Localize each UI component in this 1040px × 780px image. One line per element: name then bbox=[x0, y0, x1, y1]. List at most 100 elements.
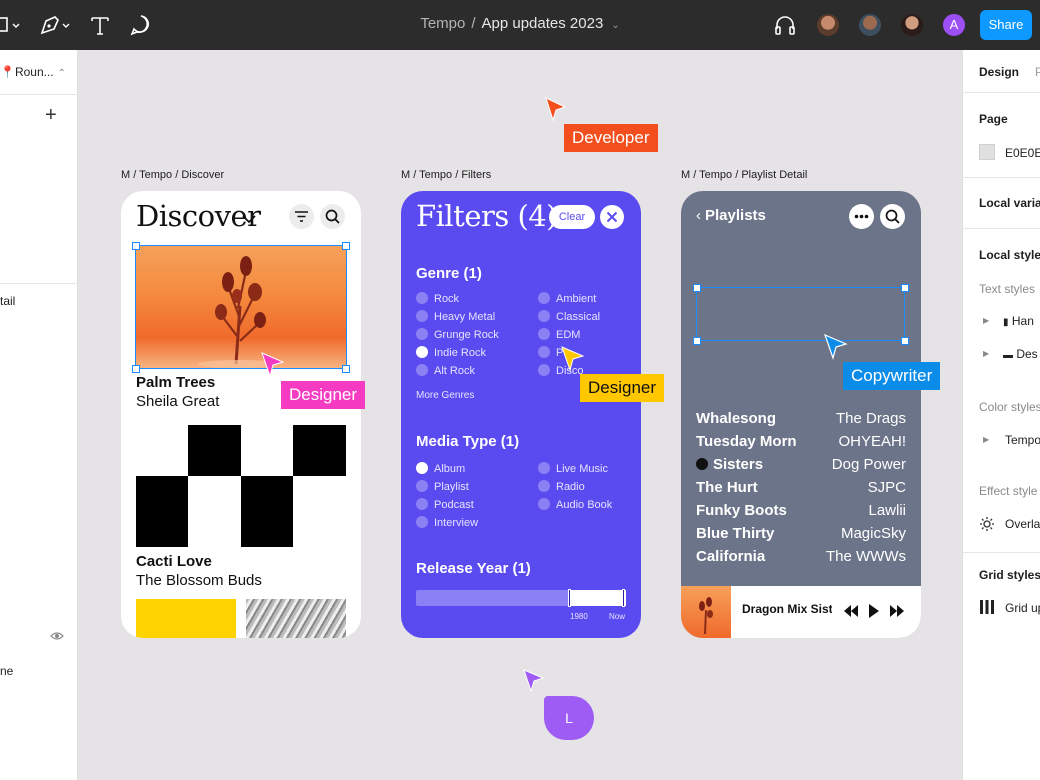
file-name[interactable]: App updates 2023 bbox=[482, 15, 604, 32]
radio-dot[interactable] bbox=[538, 480, 550, 492]
yellow-artwork[interactable] bbox=[136, 599, 236, 638]
card-artist[interactable]: The Blossom Buds bbox=[136, 572, 262, 589]
radio-dot[interactable] bbox=[416, 516, 428, 528]
frame-label-playlist[interactable]: M / Tempo / Playlist Detail bbox=[681, 169, 807, 181]
fast-forward-icon[interactable] bbox=[889, 604, 905, 618]
resize-handle[interactable] bbox=[132, 242, 140, 250]
chevron-down-icon[interactable]: ⌄ bbox=[611, 20, 619, 31]
radio-dot[interactable] bbox=[416, 498, 428, 510]
close-button[interactable] bbox=[600, 205, 624, 229]
song-artist[interactable]: Lawlii bbox=[868, 502, 906, 519]
song-title[interactable]: Funky Boots bbox=[696, 502, 787, 519]
checker-artwork[interactable] bbox=[136, 425, 346, 547]
card-artist[interactable]: Sheila Great bbox=[136, 393, 219, 410]
radio-dot[interactable] bbox=[538, 310, 550, 322]
eye-icon[interactable] bbox=[50, 631, 64, 641]
local-variables-heading[interactable]: Local varia bbox=[979, 196, 1040, 210]
song-title[interactable]: Tuesday Morn bbox=[696, 433, 797, 450]
page-selector[interactable]: 📍Roun... ⌃ bbox=[0, 65, 66, 79]
tab-prototype[interactable]: P bbox=[1035, 65, 1040, 79]
frame-label-discover[interactable]: M / Tempo / Discover bbox=[121, 169, 224, 181]
song-title[interactable]: Blue Thirty bbox=[696, 525, 774, 542]
song-title[interactable]: The Hurt bbox=[696, 479, 758, 496]
radio-dot[interactable] bbox=[416, 462, 428, 474]
tab-design[interactable]: Design bbox=[979, 65, 1019, 79]
resize-handle[interactable] bbox=[693, 284, 701, 292]
effect-style-item[interactable]: Overla bbox=[1005, 517, 1040, 531]
share-button[interactable]: Share bbox=[980, 10, 1032, 40]
song-artist[interactable]: OHYEAH! bbox=[838, 433, 906, 450]
filter-option[interactable]: Album bbox=[416, 462, 465, 475]
filter-option[interactable]: Interview bbox=[416, 516, 478, 529]
search-button[interactable] bbox=[880, 204, 905, 229]
radio-dot[interactable] bbox=[416, 346, 428, 358]
resize-handle[interactable] bbox=[901, 337, 909, 345]
filter-option[interactable]: Audio Book bbox=[538, 498, 612, 511]
now-playing-bar[interactable]: Dragon Mix Sisters bbox=[681, 586, 921, 638]
project-name[interactable]: Tempo bbox=[420, 15, 465, 32]
avatar-current-user[interactable]: A bbox=[941, 12, 967, 38]
text-style-item[interactable]: ▮ Han bbox=[1003, 314, 1034, 328]
resize-handle[interactable] bbox=[693, 337, 701, 345]
frame-label-filters[interactable]: M / Tempo / Filters bbox=[401, 169, 491, 181]
chevron-right-icon[interactable]: ▶ bbox=[983, 435, 989, 444]
chevron-right-icon[interactable]: ▶ bbox=[983, 349, 989, 358]
song-title[interactable]: California bbox=[696, 548, 765, 565]
filter-option[interactable]: Rock bbox=[416, 292, 459, 305]
year-slider-handle[interactable] bbox=[622, 589, 625, 607]
card-title[interactable]: Cacti Love bbox=[136, 553, 212, 570]
photo-artwork[interactable] bbox=[246, 599, 346, 638]
color-style-item[interactable]: Tempo bbox=[1005, 433, 1040, 447]
resize-handle[interactable] bbox=[901, 284, 909, 292]
audio-button[interactable] bbox=[774, 13, 796, 37]
radio-dot[interactable] bbox=[538, 346, 550, 358]
song-artist[interactable]: The Drags bbox=[836, 410, 906, 427]
pen-tool[interactable] bbox=[38, 13, 72, 37]
year-slider-handle[interactable] bbox=[568, 589, 572, 607]
avatar[interactable] bbox=[857, 12, 883, 38]
filter-option[interactable]: Podcast bbox=[416, 498, 474, 511]
layer-item[interactable]: ne bbox=[0, 664, 13, 678]
text-style-item[interactable]: ▬ Des bbox=[1003, 347, 1038, 361]
filter-option[interactable]: P bbox=[538, 346, 563, 359]
song-title[interactable]: Sisters bbox=[696, 456, 763, 473]
filter-option[interactable]: Heavy Metal bbox=[416, 310, 495, 323]
text-tool[interactable] bbox=[90, 13, 110, 37]
filter-option[interactable]: Alt Rock bbox=[416, 364, 475, 377]
avatar[interactable] bbox=[899, 12, 925, 38]
radio-dot[interactable] bbox=[538, 328, 550, 340]
rewind-icon[interactable] bbox=[843, 604, 859, 618]
clear-button[interactable]: Clear bbox=[549, 205, 595, 229]
filters-frame[interactable]: Filters (4) Clear Genre (1) Rock Heavy Me… bbox=[401, 191, 641, 638]
grid-style-item[interactable]: Grid up bbox=[1005, 601, 1040, 615]
page-color-value[interactable]: E0E0E bbox=[1005, 146, 1040, 160]
radio-dot[interactable] bbox=[538, 462, 550, 474]
radio-dot[interactable] bbox=[538, 364, 550, 376]
add-page-button[interactable]: + bbox=[45, 104, 57, 127]
more-genres-link[interactable]: More Genres bbox=[416, 390, 474, 401]
filter-option[interactable]: EDM bbox=[538, 328, 580, 341]
filter-option[interactable]: Grunge Rock bbox=[416, 328, 499, 341]
comment-tool[interactable] bbox=[130, 13, 152, 37]
song-title[interactable]: Whalesong bbox=[696, 410, 776, 427]
play-icon[interactable] bbox=[868, 603, 880, 619]
filter-option[interactable]: Live Music bbox=[538, 462, 608, 475]
search-button[interactable] bbox=[320, 204, 345, 229]
card-title[interactable]: Palm Trees bbox=[136, 374, 215, 391]
frame-tool[interactable] bbox=[0, 13, 22, 37]
filter-option[interactable]: Classical bbox=[538, 310, 600, 323]
radio-dot[interactable] bbox=[416, 292, 428, 304]
radio-dot[interactable] bbox=[538, 292, 550, 304]
discover-frame[interactable]: Discover Palm Trees Sheila Great Cacti L… bbox=[121, 191, 361, 638]
filter-option[interactable]: Indie Rock bbox=[416, 346, 486, 359]
filter-option[interactable]: Ambient bbox=[538, 292, 596, 305]
resize-handle[interactable] bbox=[342, 242, 350, 250]
chevron-right-icon[interactable]: ▶ bbox=[983, 316, 989, 325]
radio-dot[interactable] bbox=[416, 310, 428, 322]
resize-handle[interactable] bbox=[342, 365, 350, 373]
chevron-down-icon[interactable] bbox=[242, 214, 256, 224]
radio-dot[interactable] bbox=[416, 480, 428, 492]
radio-dot[interactable] bbox=[538, 498, 550, 510]
back-button[interactable]: ‹ Playlists bbox=[696, 207, 766, 224]
filter-option[interactable]: Playlist bbox=[416, 480, 469, 493]
